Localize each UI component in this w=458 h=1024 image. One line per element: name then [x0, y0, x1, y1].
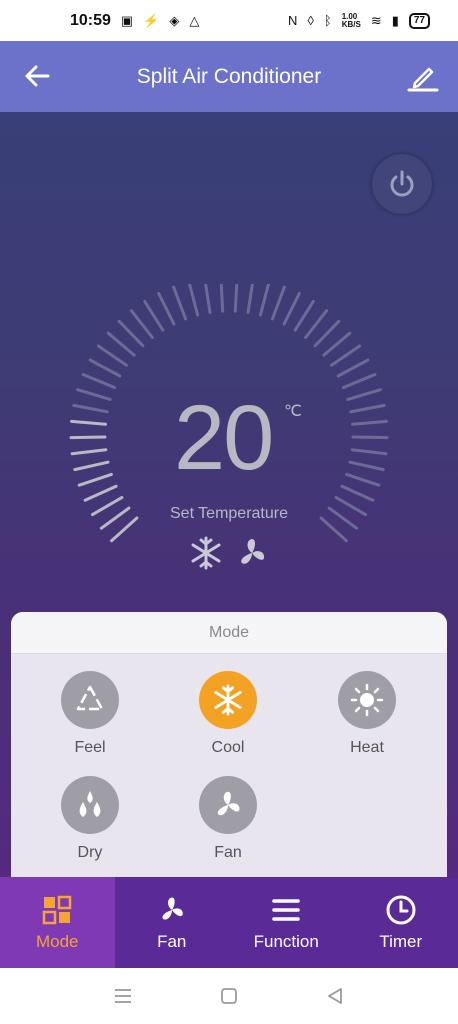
home-icon[interactable]	[219, 986, 239, 1006]
tab-fan[interactable]: Fan	[115, 877, 230, 968]
status-bar: 10:59 ▣ ⚡ ◈ △ N ◊ ᛒ 1.00 KB/S ≋ ▮ 77	[0, 0, 458, 41]
tab-timer[interactable]: Timer	[344, 877, 458, 968]
tab-function[interactable]: Function	[229, 877, 344, 968]
status-indicators	[188, 535, 272, 571]
mode-dry[interactable]: Dry	[40, 776, 140, 862]
dial-tick	[258, 284, 271, 317]
dial-tick	[345, 472, 381, 487]
mode-label: Cool	[211, 739, 245, 756]
dial-tick	[293, 299, 315, 332]
mode-panel-title: Mode	[11, 612, 447, 654]
dial-tick	[76, 388, 112, 401]
dial-tick	[81, 373, 116, 389]
app-header: Split Air Conditioner	[0, 41, 458, 112]
dial-tick	[70, 419, 107, 426]
tab-label: Function	[253, 931, 319, 951]
dial-tick	[143, 299, 165, 332]
dial-tick	[187, 284, 200, 317]
menu-icon	[272, 898, 300, 921]
dial-tick	[106, 331, 136, 357]
dial-tick	[233, 284, 239, 313]
nfc-icon: N	[288, 13, 298, 28]
dial-tick	[322, 331, 352, 357]
mode-label: Feel	[74, 739, 106, 756]
dial-tick	[129, 309, 154, 339]
dial-tick	[351, 419, 388, 426]
battery-indicator: 77	[408, 12, 430, 29]
dial-tick	[72, 403, 109, 414]
menu-icon[interactable]	[113, 987, 133, 1005]
dial-tick	[117, 319, 145, 348]
notification-icon: ▣	[120, 12, 134, 28]
dial-tick	[349, 403, 386, 414]
edit-pencil-icon[interactable]	[406, 59, 440, 93]
power-icon	[390, 170, 414, 197]
temperature-value: 20	[174, 387, 274, 489]
mode-feel[interactable]: Feel	[40, 671, 140, 757]
grid-icon	[43, 895, 72, 924]
signal-icon: ▮	[391, 12, 399, 28]
dial-tick	[340, 484, 375, 502]
tab-label: Mode	[35, 931, 79, 951]
dial-tick	[346, 388, 382, 401]
tab-mode[interactable]: Mode	[0, 877, 115, 968]
dial-tick	[246, 284, 254, 314]
droplets-icon	[79, 791, 101, 817]
mode-label: Heat	[350, 739, 384, 756]
dial-tick	[96, 344, 128, 367]
dial-tick	[271, 285, 286, 321]
set-temperature-label: Set Temperature	[170, 505, 288, 522]
mode-cool[interactable]: Cool	[178, 671, 278, 757]
dial-tick	[172, 285, 187, 321]
mode-fan[interactable]: Fan	[178, 776, 278, 862]
tab-label: Timer	[379, 931, 423, 951]
bottom-nav: Mode Fan Function Timer	[0, 877, 458, 968]
dial-tick	[88, 358, 122, 378]
tab-label: Fan	[157, 931, 187, 951]
system-nav-bar	[0, 968, 458, 1024]
clock-icon	[386, 895, 416, 924]
recycle-icon	[76, 685, 104, 711]
back-arrow-icon[interactable]	[22, 61, 52, 91]
fan-icon	[162, 897, 183, 920]
dial-tick	[219, 284, 225, 313]
dial-tick	[83, 484, 118, 502]
wifi-icon: ≋	[370, 12, 382, 28]
back-icon[interactable]	[325, 986, 345, 1006]
dial-tick	[336, 358, 370, 378]
dial-tick	[342, 373, 377, 389]
dial-tick	[330, 344, 362, 367]
mode-panel: Mode Feel Cool Heat Dry Fan	[11, 612, 447, 878]
temperature-unit: ℃	[284, 403, 302, 420]
dial-tick	[77, 472, 113, 487]
mode-label: Fan	[214, 844, 242, 861]
page-title: Split Air Conditioner	[136, 64, 322, 88]
network-speed: 1.00 KB/S	[341, 11, 361, 29]
snowflake-icon	[191, 536, 221, 570]
mode-label: Dry	[77, 844, 103, 861]
power-button[interactable]	[372, 154, 432, 214]
status-time: 10:59	[70, 11, 111, 29]
fan-icon	[241, 539, 265, 564]
dial-tick	[70, 448, 108, 456]
dial-tick	[204, 284, 212, 314]
dial-tick	[69, 435, 107, 440]
dial-tick	[73, 460, 110, 472]
dial-tick	[157, 292, 176, 326]
dial-tick	[350, 448, 388, 456]
triangle-icon: △	[189, 12, 200, 28]
vibrate-icon: ◊	[307, 13, 314, 28]
dial-tick	[304, 309, 329, 339]
fan-icon	[217, 791, 240, 816]
bolt-icon: ⚡	[143, 12, 160, 28]
dial-tick	[348, 460, 385, 472]
sun-icon	[350, 683, 384, 717]
snowflake-icon	[214, 684, 242, 716]
dial-tick	[313, 319, 341, 348]
bluetooth-icon: ᛒ	[323, 13, 332, 28]
diamond-icon: ◈	[169, 12, 180, 28]
dial-tick	[282, 292, 301, 326]
mode-heat[interactable]: Heat	[317, 671, 417, 757]
dial-tick	[351, 435, 389, 440]
